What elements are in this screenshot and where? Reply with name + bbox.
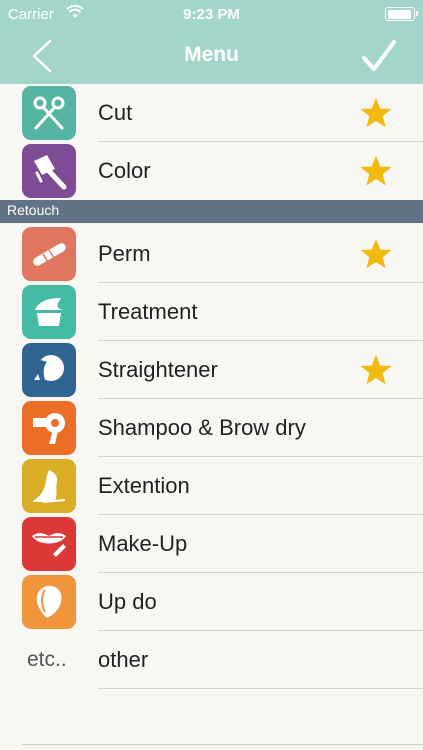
- menu-item-label: other: [98, 647, 149, 672]
- menu-item-label: Up do: [98, 589, 157, 614]
- page-title: Menu: [184, 43, 239, 66]
- menu-item-extention[interactable]: Extention: [0, 457, 423, 515]
- row-divider: [98, 688, 423, 689]
- menu-item-color[interactable]: Color: [0, 142, 423, 200]
- menu-item-label: Shampoo & Brow dry: [98, 415, 306, 440]
- status-bar: Carrier 9:23 PM: [0, 0, 423, 28]
- menu-item-label: Straightener: [98, 357, 218, 382]
- menu-item-straightener[interactable]: Straightener: [0, 341, 423, 399]
- menu-item-treatment[interactable]: Treatment: [0, 283, 423, 341]
- battery-icon: [385, 7, 418, 21]
- favorite-star-icon[interactable]: [359, 354, 393, 386]
- menu-item-shampoo[interactable]: Shampoo & Brow dry: [0, 399, 423, 457]
- menu-item-label: Make-Up: [98, 531, 188, 556]
- bottom-divider: [22, 744, 423, 745]
- menu-item-label: Color: [98, 158, 151, 183]
- clock-time: 9:23 PM: [183, 6, 240, 23]
- menu-item-updo[interactable]: Up do: [0, 573, 423, 631]
- menu-item-perm[interactable]: Perm: [0, 225, 423, 283]
- favorite-star-icon[interactable]: [359, 97, 393, 129]
- section-header-retouch: Retouch: [0, 200, 423, 223]
- updo-head-icon: [22, 575, 76, 629]
- dye-brush-icon: [22, 144, 76, 198]
- lipstick-icon: [22, 517, 76, 571]
- perm-curler-icon: [22, 227, 76, 281]
- straight-hair-head-icon: [22, 343, 76, 397]
- navigation-bar: Menu: [0, 28, 423, 84]
- menu-item-makeup[interactable]: Make-Up: [0, 515, 423, 573]
- checkmark-icon[interactable]: [361, 38, 397, 74]
- hair-dryer-icon: [22, 401, 76, 455]
- menu-item-other[interactable]: etc.. other: [0, 631, 423, 689]
- menu-item-label: Cut: [98, 100, 133, 125]
- favorite-star-icon[interactable]: [359, 238, 393, 270]
- scissors-icon: [22, 86, 76, 140]
- menu-item-label: Perm: [98, 241, 151, 266]
- section-header-label: Retouch: [7, 202, 60, 218]
- hair-extension-icon: [22, 459, 76, 513]
- favorite-star-icon[interactable]: [359, 155, 393, 187]
- etc-text-icon: etc..: [27, 648, 67, 671]
- menu-list: Cut Color Retouch Perm Treatment Straigh…: [0, 84, 423, 689]
- treatment-cream-icon: [22, 285, 76, 339]
- menu-item-label: Extention: [98, 473, 190, 498]
- menu-item-label: Treatment: [98, 299, 198, 324]
- menu-item-cut[interactable]: Cut: [0, 84, 423, 142]
